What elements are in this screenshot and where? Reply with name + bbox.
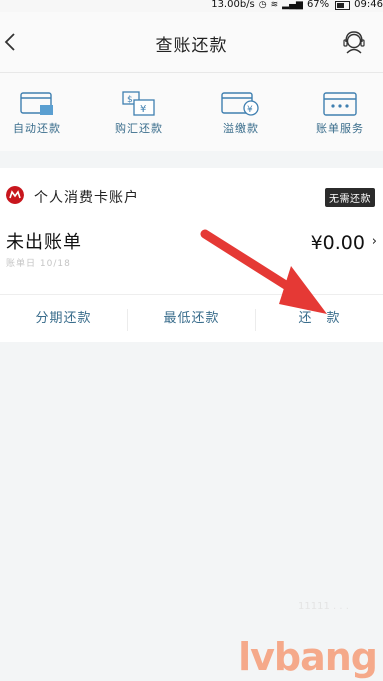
status-bar-right: 13.00b/s ◷ ≋ ▂▄▆ 67% 09:46 [211,0,383,11]
wifi-icon: ≋ [270,0,279,10]
battery-level: 67% [306,0,330,10]
quick-fx-repay[interactable]: $ ¥ 购汇还款 [94,91,184,136]
network-speed: 13.00b/s [211,0,255,10]
quick-auto-repay-label: 自动还款 [13,122,61,135]
clock: 09:46 [354,0,383,10]
bill-status: 未出账单 [6,232,82,253]
quick-auto-repay[interactable]: 自动还款 [0,91,82,136]
watermark: lvbang [238,635,378,679]
repay-button[interactable]: 还 款 [256,295,383,343]
overpay-icon: ¥ [221,92,259,116]
card-icon [20,92,53,115]
battery-icon [335,0,351,10]
chevron-right-icon[interactable]: › [372,234,377,249]
bill-amount[interactable]: ¥0.00 [311,232,365,254]
customer-service-icon[interactable] [341,29,367,57]
account-header: 个人消费卡账户 无需还款 [6,184,383,208]
repay-actions: 分期还款 最低还款 还 款 [0,294,383,343]
bank-logo-icon [6,186,24,204]
bill-service-icon [323,92,357,116]
exchange-icon: $ ¥ [122,91,155,116]
alarm-icon: ◷ [258,0,267,10]
bill-date: 账单日 10/18 [6,259,71,269]
quick-actions-bar: 自动还款 $ ¥ 购汇还款 ¥ 溢缴款 账单服务 [0,73,383,151]
no-payment-badge: 无需还款 [325,188,375,207]
svg-text:¥: ¥ [140,104,146,115]
account-name: 个人消费卡账户 [34,190,139,206]
svg-text:¥: ¥ [247,105,253,115]
account-card: 个人消费卡账户 无需还款 未出账单 账单日 10/18 ¥0.00 › 分期还款… [0,168,383,342]
status-bar: 13.00b/s ◷ ≋ ▂▄▆ 67% 09:46 [0,0,383,12]
quick-fx-repay-label: 购汇还款 [115,122,163,135]
quick-bill-service-label: 账单服务 [316,122,364,135]
header: 查账还款 [0,12,383,73]
minimum-repay-button[interactable]: 最低还款 [128,295,255,343]
quick-bill-service[interactable]: 账单服务 [295,91,383,136]
quick-overpay-label: 溢缴款 [223,122,259,135]
page-title: 查账还款 [155,36,228,56]
installment-repay-button[interactable]: 分期还款 [0,295,127,343]
svg-text:$: $ [127,95,133,105]
faint-background-text: 11111 . . . [298,601,349,612]
signal-icon: ▂▄▆ [282,0,303,10]
quick-overpay[interactable]: ¥ 溢缴款 [196,91,286,136]
